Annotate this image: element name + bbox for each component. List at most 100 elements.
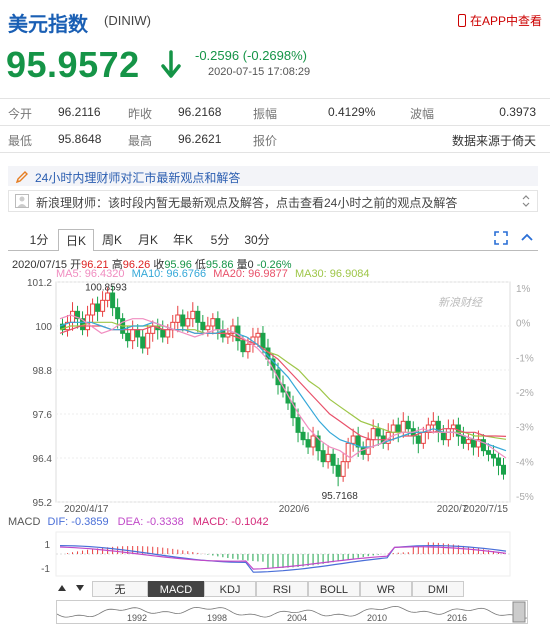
candle-body	[405, 420, 411, 430]
tab-weekly-k[interactable]: 周K	[100, 229, 124, 251]
stat-label: 最高	[128, 134, 153, 148]
candle-body	[395, 424, 401, 433]
macd-chart: 1 -1	[41, 531, 511, 577]
y-right-tick-label: -5%	[516, 492, 534, 503]
advisor-message-text: 新浪理财师：该时段内暂无最新观点及解答，点击查看24小时之前的观点及解答	[36, 196, 458, 210]
tab-monthly-k[interactable]: 月K	[136, 229, 160, 251]
candle-body	[470, 439, 476, 448]
candle-body	[350, 435, 356, 444]
candle-body	[210, 318, 216, 327]
candle-body	[300, 431, 306, 441]
stat-label: 今开	[8, 107, 33, 121]
range-navigator[interactable]: 1992 1998 2004 2010 2016	[56, 600, 528, 624]
candle-body	[100, 299, 106, 312]
candle-body	[460, 435, 466, 444]
tab-1min[interactable]: 1分	[28, 229, 50, 251]
nav-up-button[interactable]	[57, 582, 67, 597]
indicator-dmi[interactable]: DMI	[412, 581, 464, 597]
candle-body	[125, 332, 131, 342]
candle-body	[205, 325, 211, 331]
candle-body	[260, 332, 266, 349]
macd-label: MACD	[8, 516, 41, 528]
stat-value: 0.3973	[499, 105, 536, 119]
tab-5min[interactable]: 5分	[208, 229, 232, 251]
candle-body	[200, 321, 206, 331]
candle-body	[145, 332, 151, 349]
tab-yearly-k[interactable]: 年K	[171, 229, 195, 251]
advisor-banner[interactable]: 24小时内理财师对汇市最新观点和解答	[8, 166, 538, 186]
candle-body	[325, 453, 331, 463]
price-change: -0.2596 (-0.2698%)	[195, 48, 308, 63]
y-tick-label: 95.2	[33, 498, 53, 509]
candle-body	[295, 417, 301, 433]
tab-30min[interactable]: 30分	[241, 229, 273, 251]
symbol-code: (DINIW)	[104, 13, 151, 28]
y-tick-label: 100	[35, 322, 52, 333]
stat-value: 95.8648	[58, 132, 102, 146]
indicator-macd[interactable]: MACD	[148, 581, 204, 597]
candle-body	[465, 439, 471, 444]
advisor-message[interactable]: 新浪理财师：该时段内暂无最新观点及解答，点击查看24小时之前的观点及解答	[8, 190, 538, 212]
y-tick-label: 98.8	[33, 366, 53, 377]
stat-value: 96.2116	[58, 105, 101, 119]
candle-body	[495, 457, 501, 466]
navigator-year: 1992	[127, 613, 147, 623]
y-tick-label: 101.2	[27, 278, 52, 289]
dif-value: DIF: -0.3859	[47, 516, 109, 528]
y-right-tick-label: -1%	[516, 353, 534, 364]
candle-body	[165, 329, 171, 338]
candle-body	[420, 431, 426, 444]
open-in-app-link[interactable]: 在APP中查看	[457, 12, 542, 29]
indicator-wr[interactable]: WR	[360, 581, 412, 597]
candle-body	[135, 329, 141, 338]
candle-body	[115, 307, 121, 320]
navigator-year: 2016	[447, 613, 467, 623]
quote-timestamp: 2020-07-15 17:08:29	[208, 66, 311, 78]
y-right-tick-label: -2%	[516, 388, 534, 399]
stat-value: 96.2621	[178, 132, 222, 146]
candle-body	[160, 329, 166, 338]
candle-body	[255, 332, 261, 338]
dea-value: DEA: -0.3338	[117, 516, 184, 528]
candle-body	[305, 439, 311, 448]
indicator-kdj[interactable]: KDJ	[204, 581, 256, 597]
stats-row: 今开 96.2116 昨收 96.2168 振幅 0.4129% 波幅 0.39…	[0, 98, 550, 125]
stat-label: 波幅	[410, 107, 435, 121]
candle-body	[95, 303, 101, 312]
candle-body	[330, 453, 336, 466]
y-tick-label: 97.6	[33, 410, 53, 421]
tab-daily-k[interactable]: 日K	[58, 229, 94, 251]
navigator-year: 2004	[287, 613, 307, 623]
nav-down-button[interactable]	[75, 582, 85, 597]
navigator-year: 2010	[367, 613, 387, 623]
open-in-app-label: 在APP中查看	[469, 14, 542, 28]
macd-tick: 1	[44, 540, 50, 551]
candle-body	[440, 431, 446, 441]
collapse-icon[interactable]	[520, 231, 534, 245]
high-marker: 100.8593	[85, 282, 127, 293]
fullscreen-icon[interactable]	[494, 231, 508, 245]
navigator-year: 1998	[207, 613, 227, 623]
candle-body	[195, 310, 201, 323]
candle-body	[215, 318, 221, 331]
candle-body	[90, 303, 96, 316]
phone-icon	[457, 14, 466, 27]
indicator-rsi[interactable]: RSI	[256, 581, 308, 597]
scroll-arrows-icon[interactable]	[521, 194, 531, 208]
candle-body	[105, 292, 111, 301]
candle-body	[390, 424, 396, 433]
candle-body	[185, 318, 191, 327]
candle-body	[110, 292, 116, 309]
candle-body	[130, 329, 136, 342]
stat-label: 最低	[8, 134, 33, 148]
x-tick-label: 2020/6	[279, 504, 310, 515]
stats-row: 最低 95.8648 最高 96.2621 报价 数据来源于倚天	[0, 125, 550, 153]
data-source: 数据来源于倚天	[451, 134, 536, 148]
candle-body	[375, 428, 381, 437]
stat-label: 昨收	[128, 107, 153, 121]
x-tick-label: 2020/7/15	[464, 504, 509, 515]
y-right-tick-label: 1%	[516, 284, 531, 295]
page-title: 美元指数	[8, 14, 88, 36]
indicator-none[interactable]: 无	[92, 581, 148, 597]
indicator-boll[interactable]: BOLL	[308, 581, 360, 597]
